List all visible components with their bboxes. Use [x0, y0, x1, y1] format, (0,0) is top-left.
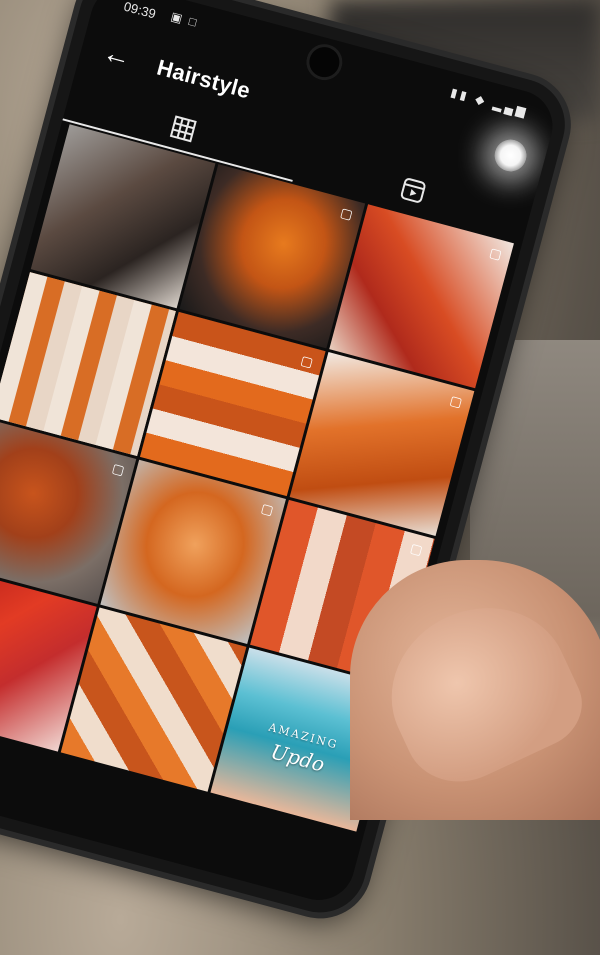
reel-badge-icon: ▢	[338, 204, 355, 223]
carousel-badge-icon: ▢	[299, 352, 315, 371]
grid-icon	[169, 115, 197, 143]
system-icons: ▮▮ ◆ ▂▄▆	[449, 85, 531, 120]
camera-flash-glare	[490, 135, 531, 176]
carousel-badge-icon: ▢	[408, 540, 425, 558]
page-title: Hairstyle	[154, 54, 254, 104]
carousel-badge-icon: ▢	[487, 244, 504, 263]
notification-icons: ▣ □	[169, 9, 200, 30]
reels-icon	[400, 178, 426, 203]
carousel-badge-icon: ▢	[110, 460, 127, 478]
carousel-badge-icon: ▢	[448, 392, 464, 411]
carousel-badge-icon: ▢	[259, 500, 276, 518]
back-arrow-icon[interactable]: ←	[100, 36, 135, 73]
status-time: 09:39	[122, 0, 158, 22]
